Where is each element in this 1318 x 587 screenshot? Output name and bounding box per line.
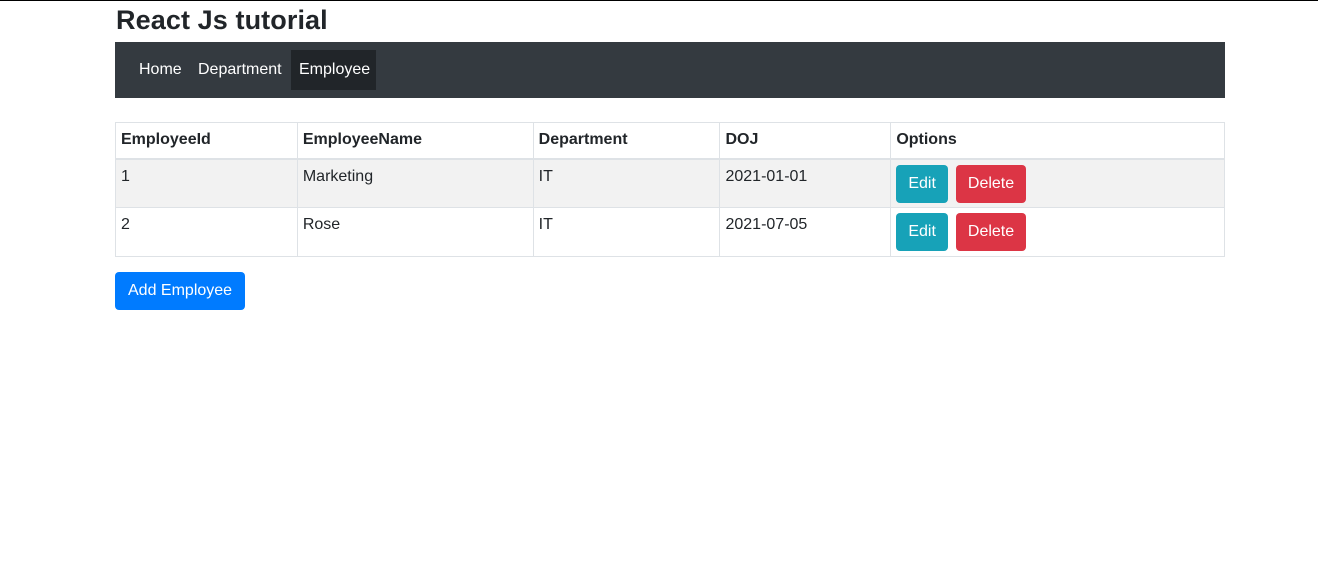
add-employee-button[interactable]: Add Employee [115,272,246,310]
cell-employee-id: 2 [115,207,298,257]
table-body: 1 Marketing IT 2021-01-01 Edit Delete 2 R… [115,158,1225,257]
header-department: Department [532,122,721,160]
header-options: Options [890,122,1225,160]
nav-employee-link[interactable]: Employee [291,50,376,90]
edit-button[interactable]: Edit [896,164,948,203]
table-row: 1 Marketing IT 2021-01-01 Edit Delete [115,158,1225,208]
page-title: React Js tutorial [116,5,328,35]
cell-doj: 2021-07-05 [719,207,892,257]
cell-options: Edit Delete [890,158,1225,208]
cell-department: IT [532,158,721,208]
cell-employee-name: Marketing [296,158,534,208]
cell-employee-id: 1 [115,158,298,208]
cell-options: Edit Delete [890,207,1225,257]
edit-button[interactable]: Edit [896,213,948,251]
cell-department: IT [532,207,721,257]
navbar: Home Department Employee [115,42,1225,98]
delete-button[interactable]: Delete [955,213,1027,251]
top-border-line [0,0,1318,1]
table-header-row: EmployeeId EmployeeName Department DOJ O… [115,122,1225,160]
cell-employee-name: Rose [296,207,534,257]
header-doj: DOJ [719,122,892,160]
delete-button[interactable]: Delete [955,164,1027,203]
header-employee-id: EmployeeId [115,122,298,160]
nav-home-link[interactable]: Home [131,50,190,90]
employee-table: EmployeeId EmployeeName Department DOJ O… [115,122,1225,257]
table-row: 2 Rose IT 2021-07-05 Edit Delete [115,207,1225,257]
table-header: EmployeeId EmployeeName Department DOJ O… [115,122,1225,160]
header-employee-name: EmployeeName [296,122,534,160]
cell-doj: 2021-01-01 [719,158,892,208]
nav-department-link[interactable]: Department [190,50,290,90]
